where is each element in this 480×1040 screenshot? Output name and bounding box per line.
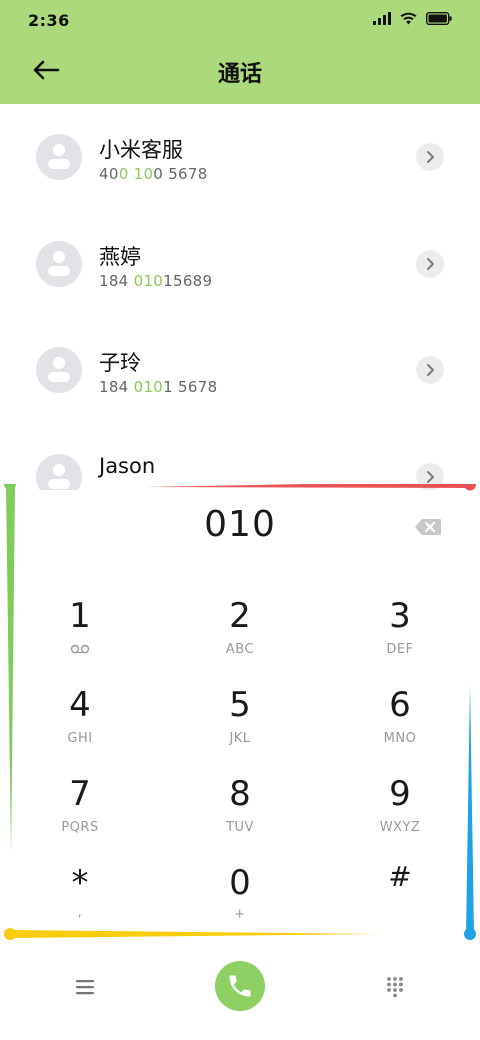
- menu-button[interactable]: [74, 976, 96, 998]
- dialpad-toggle-button[interactable]: [385, 976, 405, 998]
- dialpad-icon: [387, 977, 403, 998]
- key-star[interactable]: * ,: [0, 845, 160, 934]
- title-bar: 通话: [0, 40, 480, 104]
- key-letters: TUV: [226, 820, 254, 835]
- contact-detail-button[interactable]: [416, 143, 444, 171]
- contact-name: 小米客服: [99, 138, 183, 162]
- key-hash[interactable]: #: [320, 845, 480, 934]
- contact-row[interactable]: 子玲 184 0101 5678: [0, 317, 480, 424]
- avatar: [36, 347, 82, 393]
- status-time: 2:36: [28, 11, 70, 30]
- key-5[interactable]: 5 JKL: [160, 667, 320, 756]
- key-4[interactable]: 4 GHI: [0, 667, 160, 756]
- key-letters: WXYZ: [379, 820, 421, 835]
- key-digit: 2: [229, 596, 251, 636]
- contact-list: 小米客服 400 100 5678 燕婷 184 01015689 子玲 184…: [0, 104, 480, 492]
- key-7[interactable]: 7 PQRS: [0, 756, 160, 845]
- status-icons: [373, 12, 452, 25]
- number-segment: 184: [99, 272, 134, 290]
- backspace-icon: [415, 519, 441, 535]
- key-letters: PQRS: [61, 820, 99, 835]
- app-header: 2:36 通话: [0, 0, 480, 104]
- chevron-right-icon: [427, 364, 434, 376]
- call-button[interactable]: [215, 961, 265, 1011]
- avatar: [36, 134, 82, 180]
- key-6[interactable]: 6 MNO: [320, 667, 480, 756]
- key-digit: 0: [229, 863, 251, 903]
- number-match-highlight: 10: [133, 165, 154, 183]
- key-digit: 6: [389, 685, 411, 725]
- voicemail-icon: [70, 644, 90, 654]
- number-segment: 0 5678: [153, 165, 208, 183]
- number-segment: 40: [99, 165, 119, 183]
- key-letters: ABC: [225, 642, 255, 657]
- contact-number: 184 0101 5678: [99, 378, 217, 396]
- contact-name: 燕婷: [99, 245, 141, 269]
- menu-icon: [76, 980, 94, 995]
- number-match-highlight: 0: [118, 165, 129, 183]
- avatar: [36, 241, 82, 287]
- key-letters: MNO: [383, 731, 417, 746]
- contact-name: Jason: [99, 454, 156, 478]
- contact-row[interactable]: Jason: [0, 424, 480, 492]
- contact-detail-button[interactable]: [416, 250, 444, 278]
- key-8[interactable]: 8 TUV: [160, 756, 320, 845]
- key-letters: +: [234, 907, 246, 922]
- contact-detail-button[interactable]: [416, 356, 444, 384]
- contact-row[interactable]: 燕婷 184 01015689: [0, 211, 480, 318]
- delete-button[interactable]: [414, 518, 442, 536]
- chevron-right-icon: [427, 258, 434, 270]
- bottom-action-bar: [0, 950, 480, 1040]
- chevron-right-icon: [427, 471, 434, 483]
- contact-name: 子玲: [99, 351, 141, 375]
- key-letters: JKL: [229, 731, 251, 746]
- number-match-highlight: 010: [133, 378, 164, 396]
- number-segment: 15689: [163, 272, 213, 290]
- contact-number: 184 01015689: [99, 272, 212, 290]
- contact-row[interactable]: 小米客服 400 100 5678: [0, 104, 480, 211]
- key-1[interactable]: 1: [0, 578, 160, 667]
- key-digit: #: [388, 860, 412, 893]
- dialpad-panel: 010 1 2 ABC 3 DEF 4 GHI 5 JKL 6 MNO 7 PQ…: [0, 484, 480, 950]
- key-digit: 4: [69, 685, 91, 725]
- contact-number: 400 100 5678: [99, 165, 208, 183]
- phone-icon: [229, 975, 251, 997]
- key-digit: 9: [389, 774, 411, 814]
- page-title: 通话: [217, 62, 262, 87]
- key-letters: ,: [77, 905, 83, 920]
- key-digit: 1: [69, 596, 91, 636]
- number-match-highlight: 010: [133, 272, 164, 290]
- key-digit: *: [71, 863, 89, 903]
- key-digit: 3: [389, 596, 411, 636]
- signal-icon: [373, 12, 391, 25]
- status-bar: 2:36: [0, 0, 480, 40]
- key-2[interactable]: 2 ABC: [160, 578, 320, 667]
- key-9[interactable]: 9 WXYZ: [320, 756, 480, 845]
- key-digit: 8: [229, 774, 251, 814]
- key-letters: DEF: [386, 642, 414, 657]
- dial-input-display[interactable]: 010: [0, 504, 480, 545]
- key-3[interactable]: 3 DEF: [320, 578, 480, 667]
- key-0[interactable]: 0 +: [160, 845, 320, 934]
- key-letters: GHI: [67, 731, 93, 746]
- wifi-icon: [400, 12, 417, 25]
- battery-icon: [426, 12, 452, 25]
- key-digit: 5: [229, 685, 251, 725]
- number-segment: 1 5678: [163, 378, 218, 396]
- number-segment: 184: [99, 378, 134, 396]
- chevron-right-icon: [427, 151, 434, 163]
- key-digit: 7: [69, 774, 91, 814]
